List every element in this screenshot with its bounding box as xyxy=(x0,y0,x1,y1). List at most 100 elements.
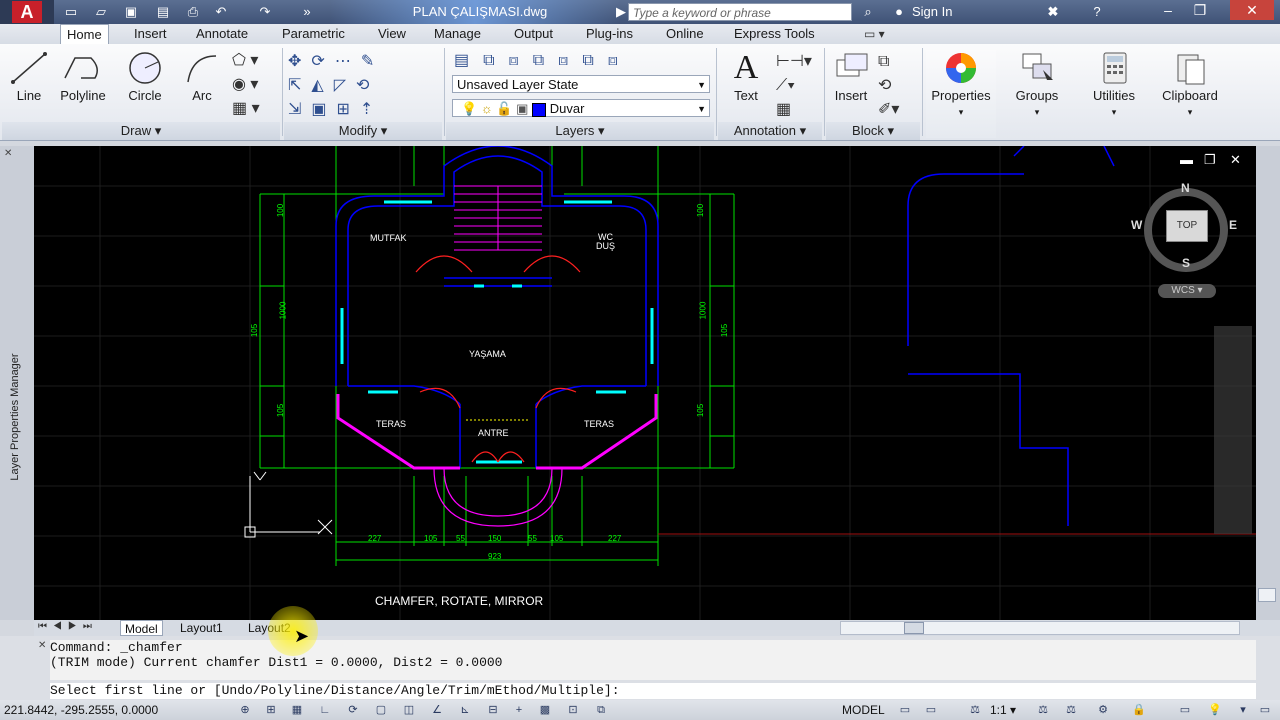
save-as-icon[interactable]: ▤ xyxy=(154,3,172,21)
plot-icon[interactable]: ⎙ xyxy=(184,3,202,21)
undo-icon[interactable]: ↶ xyxy=(212,3,230,21)
model-space-button[interactable]: MODEL xyxy=(842,702,885,718)
isolate-objects-icon[interactable]: 💡 xyxy=(1206,702,1224,718)
layer-dropdown[interactable]: 💡 ☼ 🔓 ▣ Duvar ▼ xyxy=(452,99,710,117)
exchange-icon[interactable]: ✖ xyxy=(1042,3,1064,21)
3d-object-snap-icon[interactable]: ◫ xyxy=(400,702,418,718)
lineweight-icon[interactable]: + xyxy=(510,702,528,718)
clean-screen-icon[interactable]: ▭ xyxy=(1256,702,1274,718)
ortho-mode-icon[interactable]: ∟ xyxy=(316,702,334,718)
selection-cycling-icon[interactable]: ⧉ xyxy=(592,702,610,718)
tab-parametric[interactable]: Parametric xyxy=(276,24,351,44)
tab-express-tools[interactable]: Express Tools xyxy=(728,24,821,44)
horizontal-scrollbar[interactable] xyxy=(840,621,1240,635)
tab-model[interactable]: Model xyxy=(120,620,163,636)
modify-panel-title[interactable]: Modify ▾ xyxy=(284,122,442,140)
auto-scale-icon[interactable]: ⚖ xyxy=(1062,702,1080,718)
save-icon[interactable]: ▣ xyxy=(122,3,140,21)
dynamic-input-icon[interactable]: ⊟ xyxy=(484,702,502,718)
binoculars-icon[interactable]: ⌕ xyxy=(858,3,878,21)
lock-ui-icon[interactable]: 🔒 xyxy=(1130,702,1148,718)
grid-display-icon[interactable]: ▦ xyxy=(288,702,306,718)
help-icon[interactable]: ? xyxy=(1086,3,1108,21)
gradient-icon[interactable]: ▦ ▾ xyxy=(232,98,272,118)
annotation-panel-title[interactable]: Annotation ▾ xyxy=(718,122,822,140)
tab-view[interactable]: View xyxy=(372,24,412,44)
compass-north[interactable]: N xyxy=(1181,181,1190,195)
horizontal-scroll-thumb[interactable] xyxy=(904,622,924,634)
compass-east[interactable]: E xyxy=(1229,218,1237,232)
layer-state-dropdown[interactable]: Unsaved Layer State ▼ xyxy=(452,75,710,93)
sign-in-link[interactable]: Sign In xyxy=(912,3,952,21)
viewcube-top-face[interactable]: TOP xyxy=(1166,210,1208,242)
rectangle-icon[interactable]: ⬠ ▾ xyxy=(232,50,272,70)
annotation-visibility-icon[interactable]: ⚖ xyxy=(1034,702,1052,718)
viewport-restore-icon[interactable]: ❐ xyxy=(1204,152,1216,168)
palette-close-icon[interactable]: ✕ xyxy=(4,148,16,160)
compass-south[interactable]: S xyxy=(1182,256,1190,270)
annotation-scale-value[interactable]: 1:1 ▾ xyxy=(990,702,1016,718)
insert-button[interactable]: Insert xyxy=(828,50,874,103)
block-tools[interactable]: ⧉ ⟲ ✐▾ xyxy=(878,50,918,120)
wcs-menu[interactable]: WCS ▾ xyxy=(1158,284,1216,298)
layers-panel-title[interactable]: Layers ▾ xyxy=(446,122,714,140)
circle-button[interactable]: Circle xyxy=(122,50,168,103)
compass-west[interactable]: W xyxy=(1131,218,1142,232)
arc-button[interactable]: Arc xyxy=(180,50,224,103)
ribbon-toggle-icon[interactable]: ▭ ▾ xyxy=(864,27,885,41)
properties-button[interactable]: Properties ▾ xyxy=(926,50,996,138)
workspace-switching-icon[interactable]: ⚙ xyxy=(1094,702,1112,718)
more-icon[interactable]: » xyxy=(298,3,316,21)
text-button[interactable]: A Text xyxy=(724,50,768,104)
utilities-button[interactable]: Utilities ▾ xyxy=(1078,50,1150,118)
layer-tools-row[interactable]: ▤⧉⧈⧉⧈⧉⧈ xyxy=(454,50,714,72)
polar-tracking-icon[interactable]: ⟳ xyxy=(344,702,362,718)
block-panel-title[interactable]: Block ▾ xyxy=(826,122,920,140)
snap-mode-icon[interactable]: ⊞ xyxy=(262,702,280,718)
hardware-acceleration-icon[interactable]: ▭ xyxy=(1176,702,1194,718)
object-snap-tracking-icon[interactable]: ∠ xyxy=(428,702,446,718)
dimension-tools[interactable]: ⊢⊣▾ ⟋▾ ▦ xyxy=(776,50,816,120)
modify-tools-grid[interactable]: ✥⟳⋯✎ ⇱◭◸⟲ ⇲▣⊞⇡ xyxy=(288,50,438,120)
coordinate-readout[interactable]: 221.8442, -295.2555, 0.0000 xyxy=(4,702,158,718)
tab-output[interactable]: Output xyxy=(508,24,559,44)
quick-properties-icon[interactable]: ⊡ xyxy=(564,702,582,718)
viewport-minimize-icon[interactable]: ▬ xyxy=(1180,152,1193,167)
viewport-close-icon[interactable]: ✕ xyxy=(1230,152,1241,168)
command-input[interactable]: Select first line or [Undo/Polyline/Dist… xyxy=(50,683,1256,699)
tab-home[interactable]: Home xyxy=(60,24,109,44)
annotation-scale-icon[interactable]: ⚖ xyxy=(966,702,984,718)
new-file-icon[interactable]: ▭ xyxy=(62,3,80,21)
infer-constraints-icon[interactable]: ⊕ xyxy=(236,702,254,718)
draw-panel-title[interactable]: Draw ▾ xyxy=(2,122,280,140)
polyline-button[interactable]: Polyline xyxy=(54,50,112,103)
dynamic-ucs-icon[interactable]: ⊾ xyxy=(456,702,474,718)
tab-insert[interactable]: Insert xyxy=(128,24,173,44)
open-file-icon[interactable]: ▱ xyxy=(92,3,110,21)
command-close-icon[interactable]: ✕ xyxy=(38,640,46,651)
layer-properties-manager-label[interactable]: Layer Properties Manager xyxy=(9,337,23,497)
vertical-scrollbar[interactable] xyxy=(1256,146,1280,620)
scroll-thumb[interactable] xyxy=(1258,588,1276,602)
navigation-bar[interactable] xyxy=(1214,326,1252,534)
application-menu-button[interactable]: A xyxy=(0,0,54,24)
drawing-canvas[interactable]: MUTFAK WC DUŞ YAŞAMA TERAS TERAS ANTRE C… xyxy=(34,146,1256,620)
restore-icon[interactable]: ❐ xyxy=(1186,0,1214,20)
line-button[interactable]: Line xyxy=(8,50,50,103)
transparency-icon[interactable]: ▩ xyxy=(536,702,554,718)
quick-view-layouts-icon[interactable]: ▭ xyxy=(896,702,914,718)
minimize-icon[interactable]: – xyxy=(1154,0,1182,20)
tab-annotate[interactable]: Annotate xyxy=(190,24,254,44)
close-icon[interactable]: ✕ xyxy=(1230,0,1274,20)
tab-layout1[interactable]: Layout1 xyxy=(180,620,223,636)
groups-button[interactable]: Groups ▾ xyxy=(1002,50,1072,118)
status-menu-icon[interactable]: ▾ xyxy=(1234,702,1252,718)
search-input[interactable]: Type a keyword or phrase xyxy=(628,3,852,21)
hatch-icon[interactable]: ◉ ▾ xyxy=(232,74,272,94)
tab-manage[interactable]: Manage xyxy=(428,24,487,44)
quick-view-drawings-icon[interactable]: ▭ xyxy=(922,702,940,718)
tab-online[interactable]: Online xyxy=(660,24,710,44)
clipboard-button[interactable]: Clipboard ▾ xyxy=(1154,50,1226,118)
layout-nav-arrows[interactable]: ⏮◀▶⏭ xyxy=(38,621,98,632)
object-snap-icon[interactable]: ▢ xyxy=(372,702,390,718)
